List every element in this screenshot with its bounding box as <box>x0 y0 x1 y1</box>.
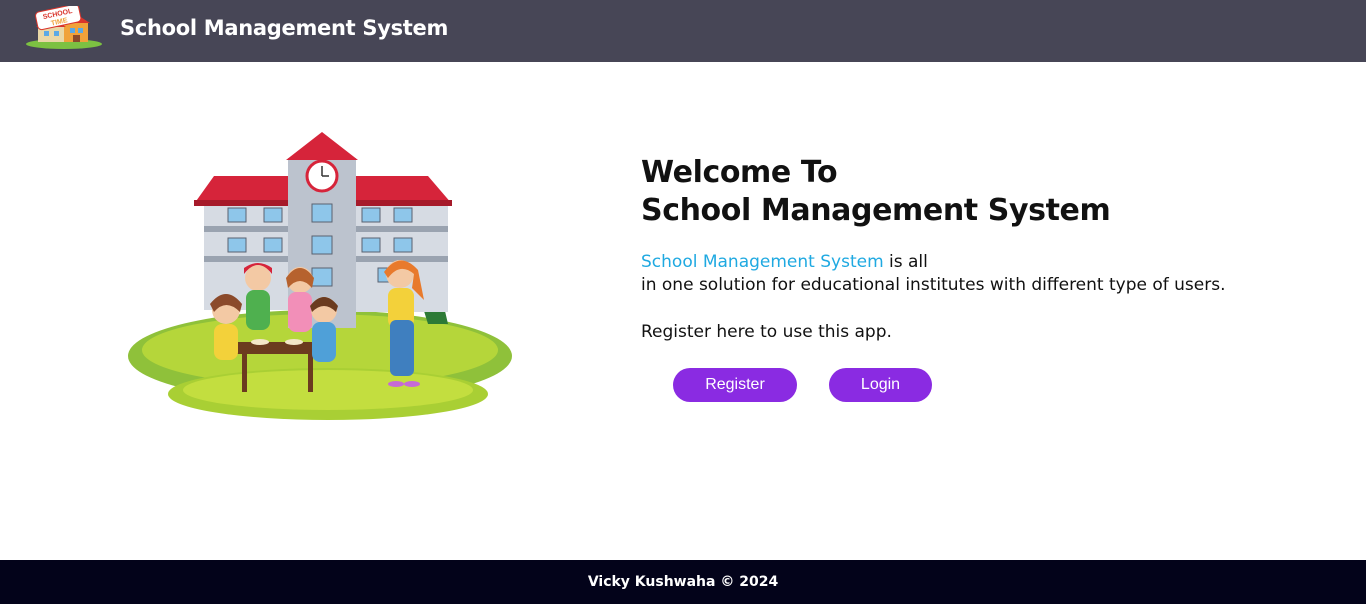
navbar: SCHOOL TIME School Management System <box>0 0 1366 62</box>
navbar-title[interactable]: School Management System <box>120 16 448 40</box>
register-button[interactable]: Register <box>673 368 797 402</box>
description-highlight: School Management System <box>641 252 884 272</box>
footer-credit: Vicky Kushwaha © 2024 <box>587 574 779 590</box>
footer: Vicky Kushwaha © 2024 <box>0 560 1366 604</box>
school-time-logo-icon[interactable]: SCHOOL TIME <box>24 6 104 50</box>
description-rest: is all <box>883 252 928 272</box>
description: School Management System is all in one s… <box>641 251 1321 297</box>
welcome-heading: Welcome To School Management System <box>641 154 1301 230</box>
login-button[interactable]: Login <box>829 368 932 402</box>
welcome-line-2: School Management System <box>641 193 1111 228</box>
register-note: Register here to use this app. <box>641 322 892 342</box>
school-building-children-illustration <box>128 132 512 420</box>
description-line-2: in one solution for educational institut… <box>641 275 1226 295</box>
welcome-line-1: Welcome To <box>641 155 838 190</box>
